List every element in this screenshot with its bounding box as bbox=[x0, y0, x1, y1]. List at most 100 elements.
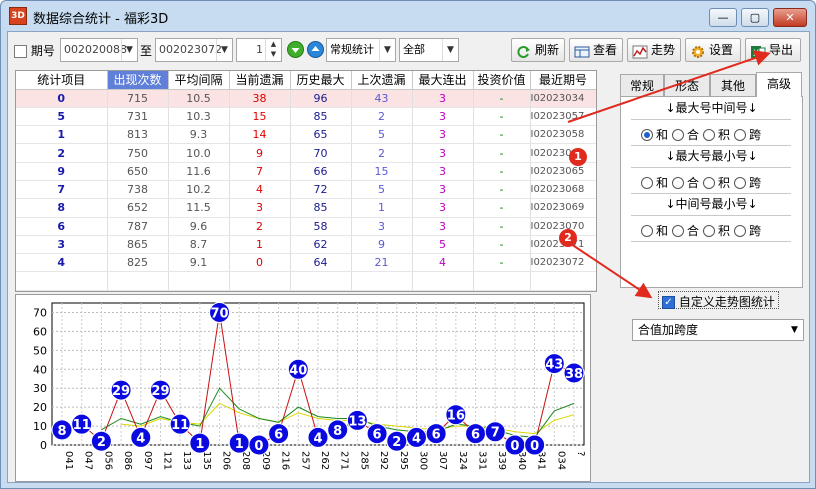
chevron-down-icon[interactable]: ▼ bbox=[216, 39, 232, 61]
chevron-down-icon[interactable]: ▼ bbox=[786, 320, 803, 340]
chevron-down-icon[interactable]: ▼ bbox=[442, 39, 458, 61]
radio-button[interactable] bbox=[672, 177, 685, 189]
data-label: 8 bbox=[57, 424, 66, 439]
trend-label: 走势 bbox=[651, 43, 676, 57]
column-header[interactable]: 最大连出 bbox=[412, 71, 474, 90]
table-cell-value: - bbox=[473, 107, 531, 127]
radio-option[interactable]: 跨 bbox=[734, 222, 761, 239]
table-row[interactable]: 3 865 8.7 1 62 9 5- I02023071 bbox=[16, 235, 596, 255]
stat-mode-select[interactable]: 常规统计 ▼ bbox=[326, 38, 396, 62]
empty-cell bbox=[412, 290, 474, 291]
table-cell-cur: 3 bbox=[229, 198, 291, 218]
table-row[interactable]: 5 731 10.3 15 85 2 3- I02023057 bbox=[16, 107, 596, 127]
table-row[interactable]: 4 825 9.1 0 64 21 4- I02023072 bbox=[16, 253, 596, 273]
tab-advanced[interactable]: 高级 bbox=[756, 72, 802, 97]
settings-label: 设置 bbox=[709, 43, 734, 57]
column-header[interactable]: 统计项目 bbox=[16, 71, 108, 90]
radio-button[interactable] bbox=[672, 225, 685, 237]
radio-button[interactable] bbox=[641, 177, 653, 189]
table-cell-recent: I02023072 bbox=[530, 253, 596, 273]
custom-trend-checkbox-box[interactable]: ✓ bbox=[662, 296, 675, 309]
column-header[interactable]: 当前遗漏 bbox=[229, 71, 291, 90]
radio-button[interactable] bbox=[734, 129, 747, 141]
radio-option[interactable]: 积 bbox=[703, 174, 730, 191]
up-arrow-icon[interactable] bbox=[307, 41, 324, 58]
radio-button[interactable] bbox=[703, 177, 716, 189]
radio-button[interactable] bbox=[703, 225, 716, 237]
radio-option[interactable]: 和 bbox=[641, 222, 668, 239]
radio-option[interactable]: 和 bbox=[641, 174, 668, 191]
data-label: 13 bbox=[348, 414, 366, 429]
minimize-button[interactable]: — bbox=[709, 8, 737, 27]
column-header[interactable]: 最近期号 bbox=[530, 71, 596, 90]
trend-button[interactable]: 走势 bbox=[627, 38, 681, 62]
radio-button[interactable] bbox=[703, 129, 716, 141]
period-to-combo[interactable]: 002023072 ▼ bbox=[155, 38, 233, 62]
step-spinner[interactable]: 1 ▲ ▼ bbox=[236, 38, 282, 62]
radio-button[interactable] bbox=[641, 225, 653, 237]
radio-option[interactable]: 合 bbox=[672, 126, 699, 143]
down-arrow-icon[interactable] bbox=[287, 41, 304, 58]
empty-cell bbox=[351, 271, 413, 291]
title-bar[interactable]: 3D 数据综合统计 - 福彩3D — ▢ ✕ bbox=[1, 1, 815, 31]
radio-option[interactable]: 积 bbox=[703, 222, 730, 239]
custom-trend-checkbox[interactable]: ✓ 自定义走势图统计 bbox=[658, 291, 779, 309]
tab-shape[interactable]: 形态 bbox=[664, 74, 710, 96]
radio-option[interactable]: 合 bbox=[672, 222, 699, 239]
radio-button[interactable] bbox=[734, 177, 747, 189]
table-cell-count: 865 bbox=[107, 235, 169, 255]
table-cell-count: 731 bbox=[107, 107, 169, 127]
table-cell-cur: 0 bbox=[229, 253, 291, 273]
chevron-down-icon[interactable]: ▼ bbox=[121, 39, 137, 61]
radio-option[interactable]: 跨 bbox=[734, 174, 761, 191]
table-row[interactable]: 2 750 10.0 9 70 2 3- I02023063 bbox=[16, 143, 596, 163]
column-header[interactable]: 投资价值 bbox=[473, 71, 531, 90]
data-label: 7 bbox=[491, 426, 500, 441]
radio-option[interactable]: 跨 bbox=[734, 126, 761, 143]
table-cell-item: 2 bbox=[16, 143, 108, 163]
trend-type-select[interactable]: 合值加跨度 ▼ bbox=[632, 319, 804, 341]
empty-cell bbox=[229, 290, 291, 291]
column-header[interactable]: 出现次数 bbox=[107, 71, 169, 90]
x-tick-label: 324 bbox=[457, 451, 468, 470]
radio-button[interactable] bbox=[734, 225, 747, 237]
data-label: 29 bbox=[151, 384, 169, 399]
settings-button[interactable]: 设置 bbox=[685, 38, 741, 62]
period-checkbox-box[interactable] bbox=[14, 45, 27, 58]
data-label: 1 bbox=[235, 437, 244, 452]
close-button[interactable]: ✕ bbox=[773, 8, 807, 27]
table-cell-hist: 70 bbox=[290, 143, 352, 163]
table-row[interactable]: 1 813 9.3 14 65 5 3- I02023058 bbox=[16, 125, 596, 145]
maximize-button[interactable]: ▢ bbox=[741, 8, 769, 27]
table-cell-count: 650 bbox=[107, 162, 169, 181]
table-cell-last: 9 bbox=[351, 235, 413, 255]
view-button[interactable]: 查看 bbox=[569, 38, 623, 62]
chevron-down-icon[interactable]: ▼ bbox=[379, 39, 395, 61]
radio-option[interactable]: 合 bbox=[672, 174, 699, 191]
tab-other[interactable]: 其他 bbox=[710, 74, 756, 96]
radio-option[interactable]: 和 bbox=[641, 126, 668, 143]
radio-option[interactable]: 积 bbox=[703, 126, 730, 143]
table-row[interactable]: 8 652 11.5 3 85 1 3- I02023069 bbox=[16, 198, 596, 218]
table-cell-value: - bbox=[473, 235, 531, 255]
app-icon: 3D bbox=[9, 7, 27, 25]
data-label: 11 bbox=[73, 418, 91, 433]
column-header[interactable]: 平均间隔 bbox=[168, 71, 230, 90]
table-cell-value: - bbox=[473, 89, 531, 108]
table-cell-item: 4 bbox=[16, 253, 108, 273]
period-from-combo[interactable]: 002020088 ▼ bbox=[60, 38, 138, 62]
radio-button[interactable] bbox=[672, 129, 685, 141]
table-row[interactable]: 0 715 10.5 38 96 43 3- I02023034 bbox=[16, 89, 596, 108]
table-row[interactable]: 9 650 11.6 7 66 15 3- I02023065 bbox=[16, 162, 596, 181]
scope-select[interactable]: 全部 ▼ bbox=[399, 38, 459, 62]
export-button[interactable]: X 导出 bbox=[745, 38, 801, 62]
column-header[interactable]: 上次遗漏 bbox=[351, 71, 413, 90]
tab-normal[interactable]: 常规 bbox=[620, 74, 664, 96]
refresh-button[interactable]: 刷新 bbox=[511, 38, 565, 62]
column-header[interactable]: 历史最大 bbox=[290, 71, 352, 90]
period-checkbox[interactable]: 期号 bbox=[14, 42, 55, 66]
spinner-arrows-icon[interactable]: ▲ ▼ bbox=[265, 39, 281, 61]
table-row[interactable]: 6 787 9.6 2 58 3 3- I02023070 bbox=[16, 217, 596, 236]
table-row[interactable]: 7 738 10.2 4 72 5 3- I02023068 bbox=[16, 180, 596, 200]
radio-button[interactable] bbox=[641, 129, 653, 141]
